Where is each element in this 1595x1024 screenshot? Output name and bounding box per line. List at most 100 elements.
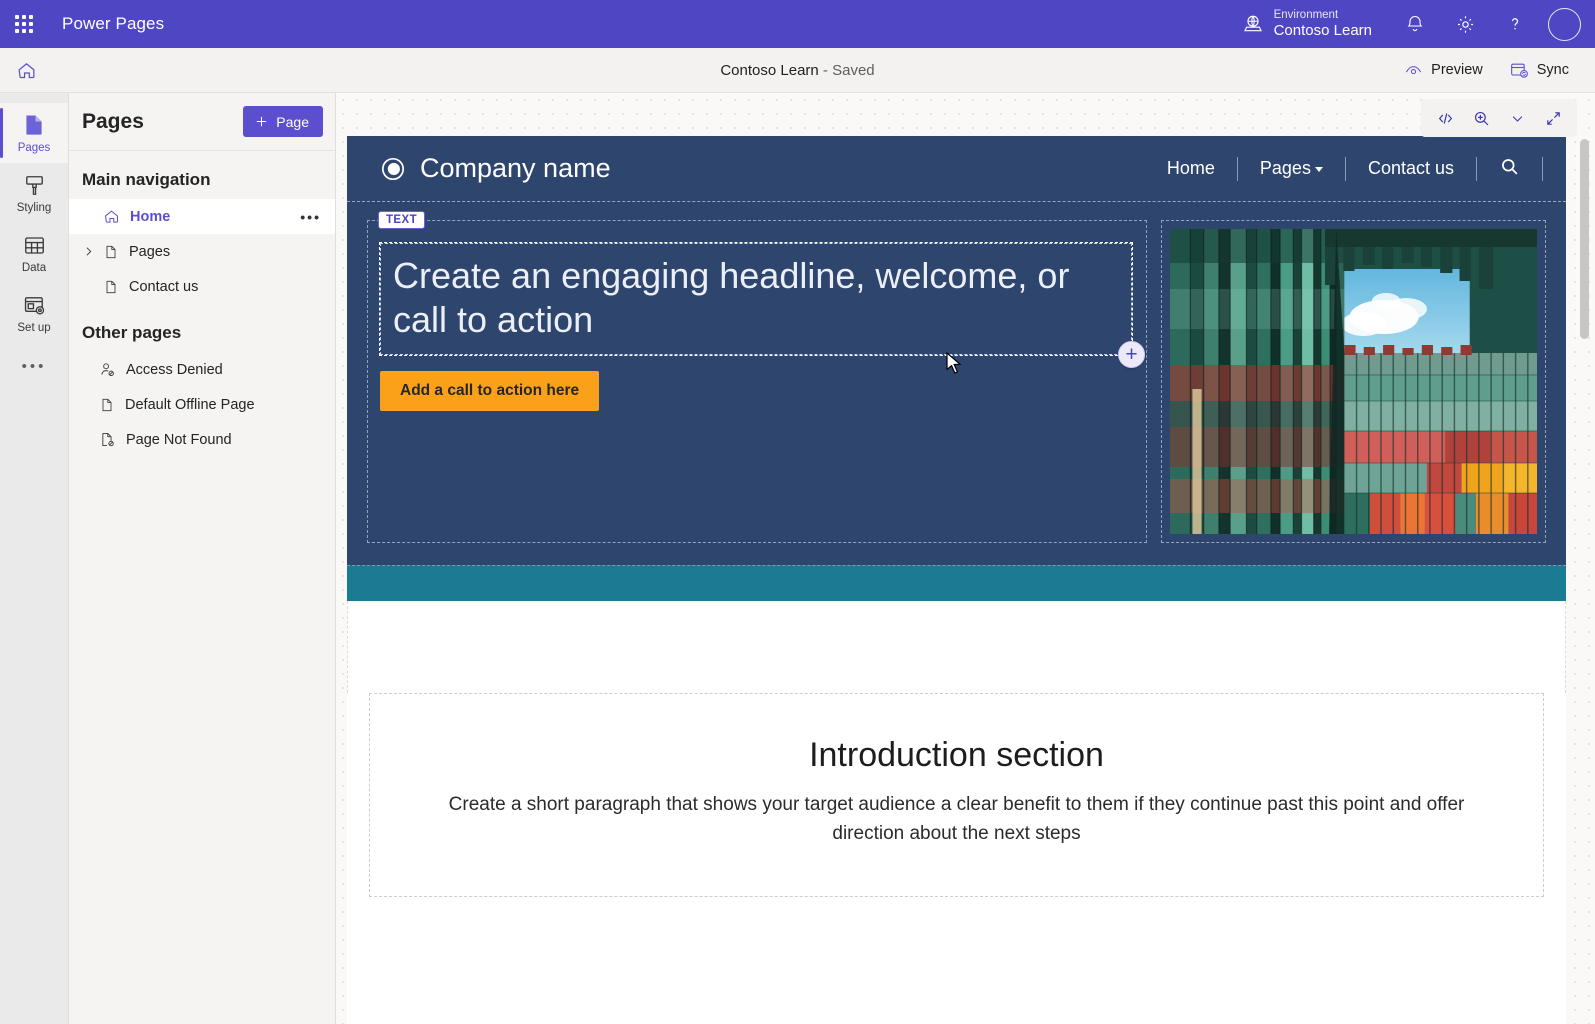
site-nav: Home Pages Contact us xyxy=(1145,156,1543,182)
nav-item-default-offline-page-label: Default Offline Page xyxy=(125,396,255,413)
pages-icon xyxy=(26,115,42,135)
nav-item-home-label: Home xyxy=(130,208,171,225)
environment-label: Environment xyxy=(1273,8,1339,21)
chevron-down-icon[interactable] xyxy=(1501,103,1533,133)
canvas-scrollbar-thumb[interactable] xyxy=(1580,139,1589,339)
preview-label: Preview xyxy=(1431,62,1483,78)
plus-circle-icon[interactable]: + xyxy=(1118,340,1145,368)
sidebar-item-styling-label: Styling xyxy=(16,201,52,214)
bell-icon[interactable] xyxy=(1390,0,1440,48)
nav-divider xyxy=(1542,156,1543,181)
setup-gear-icon xyxy=(24,296,44,315)
zoom-in-icon[interactable] xyxy=(1465,103,1497,133)
sidebar-more-button[interactable]: ••• xyxy=(0,343,68,389)
search-icon[interactable] xyxy=(1477,156,1542,182)
sidebar-item-setup[interactable]: Set up xyxy=(0,283,68,343)
hero-section[interactable]: TEXT Create an engaging headline, welcom… xyxy=(347,201,1566,565)
add-page-button[interactable]: Page xyxy=(243,106,323,137)
table-icon xyxy=(24,236,44,254)
chevron-right-icon[interactable] xyxy=(82,234,95,269)
environment-name: Contoso Learn xyxy=(1273,21,1372,39)
page-icon xyxy=(106,245,116,258)
app-header: Power Pages Environment Contoso Learn xyxy=(0,0,1595,48)
site-brand-name: Company name xyxy=(420,153,611,183)
app-title[interactable]: Power Pages xyxy=(62,14,164,34)
sidebar-item-styling[interactable]: Styling xyxy=(0,163,68,223)
paint-brush-icon xyxy=(25,175,43,195)
add-page-button-label: Page xyxy=(276,113,309,130)
site-nav-pages[interactable]: Pages xyxy=(1238,158,1345,179)
command-bar: Contoso Learn - Saved Preview Sync xyxy=(0,48,1595,93)
other-pages-heading: Other pages xyxy=(82,323,182,342)
pages-panel-title: Pages xyxy=(82,109,144,133)
question-mark-icon[interactable] xyxy=(1490,0,1540,48)
page-blocked-icon xyxy=(102,432,114,447)
introduction-title: Introduction section xyxy=(809,736,1104,774)
sidebar-item-setup-label: Set up xyxy=(17,321,51,334)
sidebar-item-data[interactable]: Data xyxy=(0,223,68,283)
hero-text-column[interactable]: TEXT Create an engaging headline, welcom… xyxy=(367,211,1147,543)
canvas-scrollbar[interactable] xyxy=(1578,139,1591,1022)
stacked-shipping-containers-photo xyxy=(1170,229,1537,534)
pages-panel: Pages Page Main navigation Home ••• Page… xyxy=(69,93,336,1024)
sidebar-item-pages-label: Pages xyxy=(17,142,51,154)
app-header-right: Environment Contoso Learn xyxy=(1242,0,1595,48)
site-preview-frame[interactable]: Company name Home Pages Contact us TEXT … xyxy=(347,136,1566,1024)
left-rail: Pages Styling Data Set up ••• xyxy=(0,93,69,1024)
page-icon xyxy=(102,398,112,411)
section-spacer xyxy=(347,601,1566,693)
circle-logo-icon xyxy=(381,157,405,180)
nav-item-home[interactable]: Home ••• xyxy=(69,199,335,234)
user-avatar[interactable] xyxy=(1548,7,1581,41)
site-nav-pages-label: Pages xyxy=(1259,158,1311,178)
site-header[interactable]: Company name Home Pages Contact us xyxy=(347,136,1566,201)
site-nav-home[interactable]: Home xyxy=(1145,158,1237,179)
expand-diagonal-icon[interactable] xyxy=(1537,103,1569,133)
document-separator: - xyxy=(818,61,833,79)
nav-item-contact-us[interactable]: Contact us xyxy=(69,269,335,304)
call-to-action-button[interactable]: Add a call to action here xyxy=(380,370,600,411)
nav-item-page-not-found[interactable]: Page Not Found xyxy=(69,422,335,457)
sync-button[interactable]: Sync xyxy=(1499,54,1579,86)
code-brackets-icon[interactable] xyxy=(1429,103,1461,133)
canvas-toolbar xyxy=(1421,99,1577,137)
hero-image-column[interactable] xyxy=(1161,220,1546,543)
nav-item-access-denied-label: Access Denied xyxy=(126,361,223,378)
sync-database-icon xyxy=(1510,63,1528,78)
nav-item-home-overflow[interactable]: ••• xyxy=(300,209,321,225)
text-component-badge: TEXT xyxy=(378,211,425,229)
site-brand[interactable]: Company name xyxy=(380,153,611,184)
page-icon xyxy=(106,280,116,293)
teal-divider-band xyxy=(347,565,1566,601)
page-title: Contoso Learn - Saved xyxy=(0,62,1595,79)
nav-item-default-offline-page[interactable]: Default Offline Page xyxy=(69,387,335,422)
sync-label: Sync xyxy=(1536,62,1569,78)
caret-down-icon xyxy=(1314,166,1323,172)
nav-item-access-denied[interactable]: Access Denied xyxy=(69,352,335,387)
hero-headline: Create an engaging headline, welcome, or… xyxy=(393,255,1070,340)
site-nav-contact-us[interactable]: Contact us xyxy=(1346,158,1476,179)
main-body: Pages Styling Data Set up ••• Pages Page… xyxy=(0,93,1595,1024)
pages-panel-header: Pages Page xyxy=(69,93,335,151)
nav-item-page-not-found-label: Page Not Found xyxy=(126,431,232,448)
save-status: Saved xyxy=(832,61,875,79)
hero-headline-component[interactable]: Create an engaging headline, welcome, or… xyxy=(379,242,1145,368)
home-icon[interactable] xyxy=(0,48,52,92)
environment-icon xyxy=(1243,15,1262,32)
introduction-section[interactable]: Introduction section Create a short para… xyxy=(369,693,1544,897)
document-name: Contoso Learn xyxy=(720,61,819,79)
sidebar-item-data-label: Data xyxy=(21,261,47,274)
home-icon xyxy=(105,210,118,223)
preview-button[interactable]: Preview xyxy=(1394,55,1493,86)
introduction-body: Create a short paragraph that shows your… xyxy=(448,794,1465,844)
sidebar-item-pages[interactable]: Pages xyxy=(0,103,68,163)
design-canvas[interactable]: Company name Home Pages Contact us TEXT … xyxy=(336,93,1595,1024)
app-launcher-icon[interactable] xyxy=(0,0,48,48)
gear-icon[interactable] xyxy=(1440,0,1490,48)
sidebar-more-label: ••• xyxy=(21,357,47,375)
environment-selector[interactable]: Environment Contoso Learn xyxy=(1242,9,1390,39)
nav-item-pages[interactable]: Pages xyxy=(69,234,335,269)
main-navigation-heading: Main navigation xyxy=(82,170,211,189)
plus-icon xyxy=(257,116,267,127)
nav-item-pages-label: Pages xyxy=(129,243,171,260)
